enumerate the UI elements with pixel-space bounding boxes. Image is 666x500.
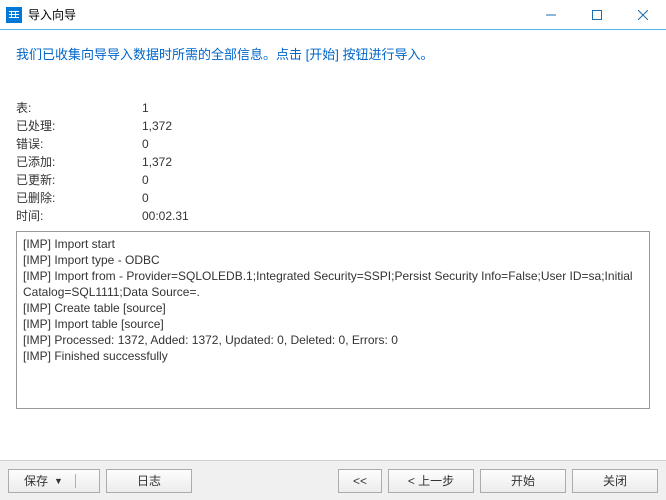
stats-value: 1 <box>142 99 149 117</box>
first-button[interactable]: << <box>338 469 382 493</box>
stats-row: 错误: 0 <box>16 135 650 153</box>
stats-label: 已处理: <box>16 117 142 135</box>
stats-row: 时间: 00:02.31 <box>16 207 650 225</box>
stats-row: 表: 1 <box>16 99 650 117</box>
log-line: [IMP] Import table [source] <box>23 316 643 332</box>
log-line: [IMP] Import type - ODBC <box>23 252 643 268</box>
start-button[interactable]: 开始 <box>480 469 566 493</box>
save-button[interactable]: 保存 ▼ <box>8 469 100 493</box>
stats-row: 已添加: 1,372 <box>16 153 650 171</box>
stats-value: 0 <box>142 171 149 189</box>
log-line: [IMP] Import from - Provider=SQLOLEDB.1;… <box>23 268 643 300</box>
stats-table: 表: 1 已处理: 1,372 错误: 0 已添加: 1,372 已更新: 0 … <box>16 99 650 225</box>
log-line: [IMP] Import start <box>23 236 643 252</box>
close-button[interactable] <box>620 0 666 29</box>
content-area: 我们已收集向导导入数据时所需的全部信息。点击 [开始] 按钮进行导入。 表: 1… <box>0 30 666 460</box>
stats-value: 0 <box>142 189 149 207</box>
window-title: 导入向导 <box>28 6 528 23</box>
stats-row: 已删除: 0 <box>16 189 650 207</box>
maximize-button[interactable] <box>574 0 620 29</box>
log-textarea[interactable]: [IMP] Import start [IMP] Import type - O… <box>16 231 650 409</box>
stats-value: 1,372 <box>142 153 172 171</box>
titlebar: 导入向导 <box>0 0 666 30</box>
stats-label: 表: <box>16 99 142 117</box>
stats-row: 已更新: 0 <box>16 171 650 189</box>
close-dialog-button[interactable]: 关闭 <box>572 469 658 493</box>
log-button[interactable]: 日志 <box>106 469 192 493</box>
stats-label: 时间: <box>16 207 142 225</box>
stats-value: 0 <box>142 135 149 153</box>
header-message: 我们已收集向导导入数据时所需的全部信息。点击 [开始] 按钮进行导入。 <box>16 44 650 63</box>
stats-label: 已删除: <box>16 189 142 207</box>
stats-row: 已处理: 1,372 <box>16 117 650 135</box>
button-bar: 保存 ▼ 日志 << < 上一步 开始 关闭 <box>0 460 666 500</box>
stats-label: 已更新: <box>16 171 142 189</box>
log-line: [IMP] Processed: 1372, Added: 1372, Upda… <box>23 332 643 348</box>
stats-value: 1,372 <box>142 117 172 135</box>
minimize-button[interactable] <box>528 0 574 29</box>
save-button-label: 保存 <box>24 472 48 489</box>
stats-value: 00:02.31 <box>142 207 189 225</box>
stats-label: 错误: <box>16 135 142 153</box>
app-icon <box>6 7 22 23</box>
chevron-down-icon: ▼ <box>54 476 63 486</box>
log-line: [IMP] Create table [source] <box>23 300 643 316</box>
stats-label: 已添加: <box>16 153 142 171</box>
back-button[interactable]: < 上一步 <box>388 469 474 493</box>
log-line: [IMP] Finished successfully <box>23 348 643 364</box>
window-controls <box>528 0 666 29</box>
